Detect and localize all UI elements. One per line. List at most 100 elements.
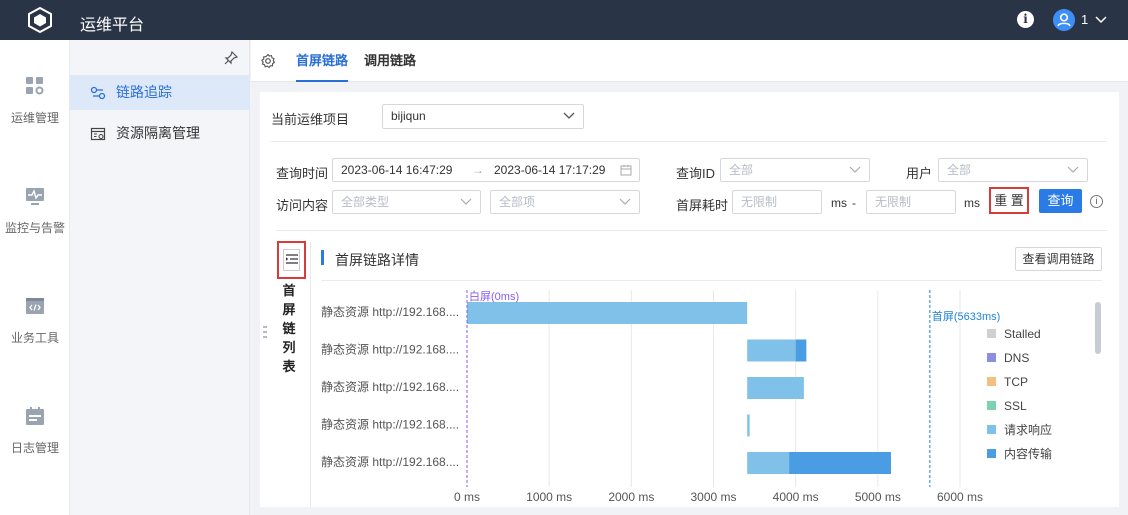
info-icon[interactable]: i [1017,11,1034,28]
marker-label: 首屏(5633ms) [932,309,1000,323]
visit-type-select[interactable]: 全部类型 [332,190,481,214]
platform-logo-icon [28,6,52,34]
time-end: 2023-06-14 17:17:29 [494,163,606,177]
main-content: 首屏链路 调用链路 当前运维项目 bijiqun 查询时间 2023-06-14… [251,40,1128,515]
grid-apps-icon [26,77,44,95]
divider [271,141,1107,142]
legend-label[interactable]: 内容传输 [1004,446,1052,461]
gear-icon[interactable] [260,53,276,69]
legend-swatch [987,329,996,338]
title-accent-bar [321,250,324,265]
view-call-chain-button[interactable]: 查看调用链路 [1015,247,1102,271]
project-label: 当前运维项目 [271,112,350,127]
x-tick-label: 6000 ms [937,490,983,504]
chevron-down-icon [849,166,861,173]
chevron-down-icon [1067,166,1079,173]
x-tick-label: 3000 ms [690,490,736,504]
row-label: 静态资源 http://192.168.... [321,380,459,394]
x-tick-label: 2000 ms [608,490,654,504]
drag-handle-icon[interactable] [263,325,267,339]
subnav-label: 资源隔离管理 [116,125,200,141]
row-label: 静态资源 http://192.168.... [321,418,459,432]
legend-label[interactable]: Stalled [1004,327,1041,341]
rail-item-tools[interactable]: 业务工具 [0,296,70,346]
project-select[interactable]: bijiqun [382,104,584,129]
duration-max-placeholder: 无限制 [875,195,912,209]
top-bar: 运维平台 i 1 [0,0,1128,40]
duration-min-placeholder: 无限制 [741,195,778,209]
rail-item-logs[interactable]: 日志管理 [0,406,70,456]
waterfall-chart: 0 ms 1000 ms 2000 ms 3000 ms 4000 ms 5000 ms 6… [321,289,1101,504]
pin-icon[interactable] [223,50,239,66]
resource-isolation-icon [90,127,106,141]
reset-button[interactable]: 重 置 [989,187,1029,214]
row-label: 静态资源 http://192.168.... [321,455,459,469]
subnav-label: 链路追踪 [116,84,172,100]
rail-item-ops[interactable]: 运维管理 [0,76,70,126]
timing-bar[interactable] [747,452,790,474]
timing-bar[interactable] [467,302,748,324]
rail-label: 业务工具 [10,331,59,345]
marker-label: 白屏(0ms) [469,289,519,303]
divider [276,230,1107,231]
query-button[interactable]: 查询 [1039,189,1082,213]
legend-label[interactable]: DNS [1004,351,1029,365]
duration-label: 首屏耗时 [676,198,729,213]
row-label: 静态资源 http://192.168.... [321,343,459,357]
time-label: 查询时间 [276,166,329,181]
x-tick-label: 5000 ms [855,490,901,504]
user-name[interactable]: 1 [1081,12,1088,27]
legend-swatch [987,449,996,458]
subnav-item-resource-isolation[interactable]: 资源隔离管理 [70,116,249,151]
legend-swatch [987,401,996,410]
tab-call-chain[interactable]: 调用链路 [364,40,416,82]
legend-scrollbar[interactable] [1095,302,1101,354]
legend-label[interactable]: 请求响应 [1004,422,1052,437]
x-tick-label: 1000 ms [526,490,572,504]
tab-bar: 首屏链路 调用链路 [251,40,1128,82]
timing-bar[interactable] [747,377,804,399]
list-toggle-button[interactable] [277,241,306,279]
monitor-pulse-icon [26,188,44,205]
subnav-item-link-trace[interactable]: 链路追踪 [70,75,249,110]
chevron-down-icon[interactable] [1094,12,1108,26]
duration-max-input[interactable]: 无限制 [866,190,956,214]
legend-swatch [987,377,996,386]
sub-navigation: 链路追踪 资源隔离管理 [70,40,250,515]
calendar-log-icon [26,407,44,425]
time-range-picker[interactable]: 2023-06-14 16:47:29 → 2023-06-14 17:17:2… [332,158,640,182]
user-select[interactable]: 全部 [938,158,1088,182]
visit-type-placeholder: 全部类型 [341,195,390,209]
visit-item-placeholder: 全部项 [499,195,536,209]
timing-bar[interactable] [747,339,796,362]
x-tick-label: 0 ms [454,490,480,504]
rail-item-monitor[interactable]: 监控与告警 [0,186,70,236]
timing-bar[interactable] [795,339,807,362]
module-rail: 运维管理 监控与告警 业务工具 日志管理 [0,40,70,515]
legend-label[interactable]: SSL [1004,399,1027,413]
legend-label[interactable]: TCP [1004,375,1028,389]
tab-first-screen-chain[interactable]: 首屏链路 [296,40,349,82]
chevron-down-icon [563,112,575,119]
visit-item-select[interactable]: 全部项 [490,190,640,214]
user-avatar-icon[interactable] [1053,9,1075,31]
x-tick-label: 4000 ms [773,490,819,504]
detail-title: 首屏链路详情 [335,252,419,268]
rail-label: 日志管理 [10,441,59,455]
unit-ms: ms [964,196,980,210]
query-id-placeholder: 全部 [729,163,754,177]
help-icon[interactable]: i [1090,195,1103,208]
arrow-right-icon: → [472,163,484,177]
timing-bar[interactable] [747,414,750,437]
chevron-down-icon [619,198,631,205]
timing-bar[interactable] [789,452,891,474]
row-label: 静态资源 http://192.168.... [321,305,459,319]
duration-min-input[interactable]: 无限制 [732,190,822,214]
unit-ms: ms [831,196,847,210]
legend-swatch [987,353,996,362]
time-start: 2023-06-14 16:47:29 [341,163,453,177]
calendar-icon [620,165,632,176]
query-id-select[interactable]: 全部 [720,158,870,182]
legend-swatch [987,425,996,434]
rail-label: 监控与告警 [4,221,65,235]
